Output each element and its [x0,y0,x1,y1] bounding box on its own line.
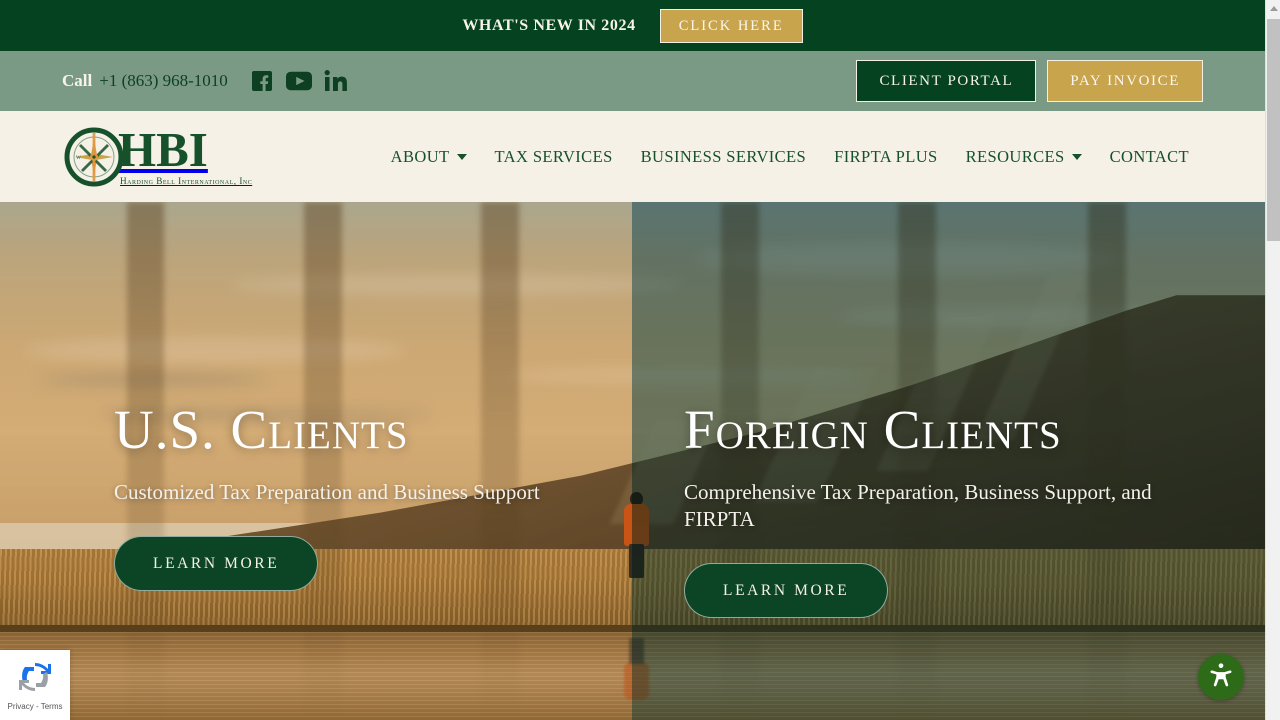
client-portal-button[interactable]: CLIENT PORTAL [856,60,1037,102]
contact-group: Call +1 (863) 968-1010 [62,69,348,93]
nav-item-business-services[interactable]: BUSINESS SERVICES [627,147,820,167]
compass-rose-icon: W [62,125,126,189]
nav-item-resources[interactable]: RESOURCES [952,147,1096,167]
hero-panels: U.S. Clients Customized Tax Preparation … [0,202,1265,720]
nav-label: RESOURCES [965,146,1065,166]
recaptcha-privacy-terms[interactable]: Privacy - Terms [8,702,63,711]
logo-text: HBI Harding Bell International, Inc [118,121,253,187]
nav-label: TAX SERVICES [494,146,613,166]
svg-text:W: W [76,156,81,161]
accessibility-button[interactable] [1198,654,1244,700]
panel-subtitle: Customized Tax Preparation and Business … [114,480,540,504]
youtube-icon[interactable] [285,70,312,92]
nav-item-firpta-plus[interactable]: FIRPTA PLUS [820,147,952,167]
panel-title: U.S. Clients [114,399,409,460]
nav-label: FIRPTA PLUS [834,146,938,166]
recaptcha-badge[interactable]: Privacy - Terms [0,650,70,720]
call-label: Call [62,71,93,90]
utility-actions: CLIENT PORTAL PAY INVOICE [856,60,1203,102]
webpage-root: WHAT'S NEW IN 2024 CLICK HERE Call +1 (8… [0,0,1280,720]
nav-label: BUSINESS SERVICES [640,146,807,166]
facebook-icon[interactable] [250,69,274,93]
site-header: W HBI Harding Bell International, Inc AB… [0,111,1265,202]
nav-item-contact[interactable]: CONTACT [1096,147,1203,167]
announcement-text: WHAT'S NEW IN 2024 [462,16,636,34]
nav-label: ABOUT [390,146,450,166]
hero-panel-foreign-clients[interactable]: Foreign Clients Comprehensive Tax Prepar… [632,202,1265,720]
site-logo[interactable]: W HBI Harding Bell International, Inc [62,125,252,189]
learn-more-button-foreign[interactable]: LEARN MORE [684,562,889,618]
hero-section: U.S. Clients Customized Tax Preparation … [0,202,1265,720]
utility-bar: Call +1 (863) 968-1010 CLIENT PORTAL PAY… [0,51,1265,111]
phone-link[interactable]: +1 (863) 968-1010 [99,71,228,91]
chevron-down-icon [1071,153,1082,160]
logo-company-name: Harding Bell International, Inc [120,176,253,187]
nav-label: CONTACT [1109,146,1189,166]
linkedin-icon[interactable] [324,69,348,93]
pay-invoice-button[interactable]: PAY INVOICE [1047,60,1203,102]
recaptcha-icon [17,660,53,699]
scrollbar-thumb[interactable] [1267,19,1280,241]
announcement-bar: WHAT'S NEW IN 2024 CLICK HERE [0,0,1265,51]
learn-more-button-us[interactable]: LEARN MORE [114,535,319,591]
panel-title: Foreign Clients [684,399,1062,460]
nav-item-about[interactable]: ABOUT [377,147,481,167]
panel-subtitle: Comprehensive Tax Preparation, Business … [684,480,1152,531]
scrollbar-up-arrow-icon[interactable] [1266,0,1280,17]
social-links [250,69,348,93]
chevron-down-icon [456,153,467,160]
hero-panel-us-clients[interactable]: U.S. Clients Customized Tax Preparation … [0,202,632,720]
browser-scrollbar[interactable] [1265,0,1280,720]
click-here-button[interactable]: CLICK HERE [659,8,803,43]
main-navigation: ABOUT TAX SERVICES BUSINESS SERVICES FIR… [377,147,1203,167]
nav-item-tax-services[interactable]: TAX SERVICES [481,147,627,167]
logo-initials: HBI [118,121,208,177]
accessibility-person-icon [1207,661,1235,694]
